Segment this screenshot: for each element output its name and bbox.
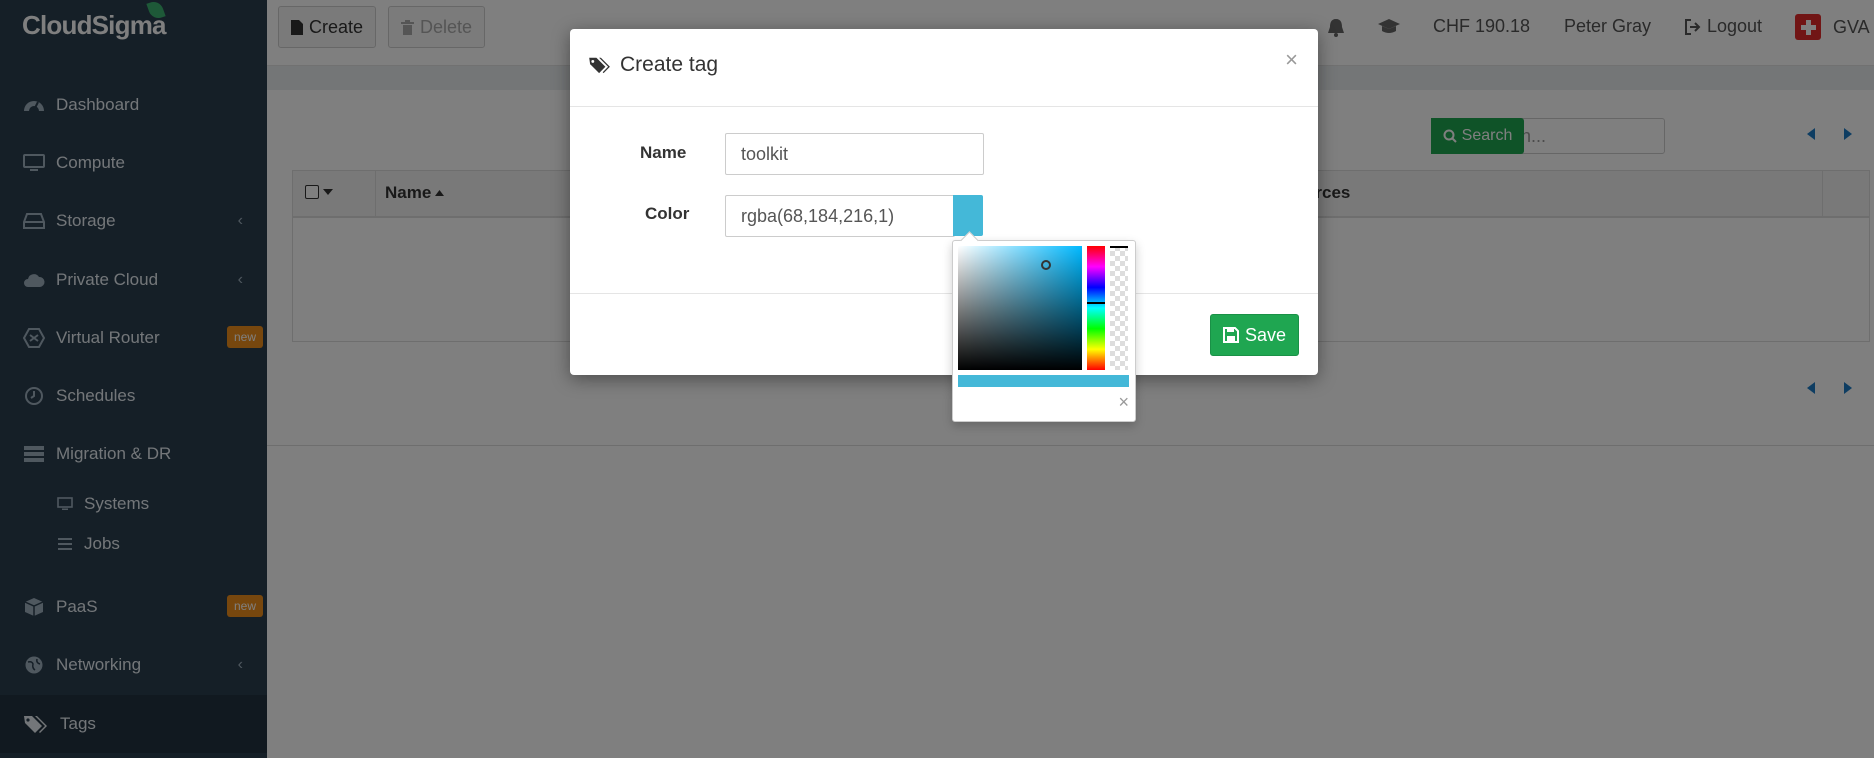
hue-handle[interactable] <box>1087 302 1105 304</box>
close-icon[interactable]: × <box>1118 392 1129 413</box>
tags-icon <box>588 56 612 74</box>
floppy-disk-icon <box>1222 327 1239 343</box>
saturation-field[interactable] <box>958 246 1082 370</box>
color-swatch[interactable] <box>953 195 983 236</box>
color-picker: × <box>952 240 1136 422</box>
color-label: Color <box>645 204 690 223</box>
name-label: Name <box>640 143 687 162</box>
hue-slider[interactable] <box>1087 246 1105 370</box>
color-input[interactable]: rgba(68,184,216,1) <box>725 195 955 237</box>
modal-header: Create tag × <box>570 29 1318 107</box>
modal-footer: Save <box>570 293 1318 375</box>
name-input[interactable]: toolkit <box>725 133 984 175</box>
save-button[interactable]: Save <box>1210 314 1299 356</box>
modal-title: Create tag <box>588 53 718 77</box>
alpha-slider[interactable] <box>1110 246 1128 370</box>
alpha-handle[interactable] <box>1110 246 1128 248</box>
color-preview <box>958 375 1129 387</box>
saturation-cursor[interactable] <box>1041 260 1051 270</box>
close-icon[interactable]: × <box>1285 47 1298 73</box>
